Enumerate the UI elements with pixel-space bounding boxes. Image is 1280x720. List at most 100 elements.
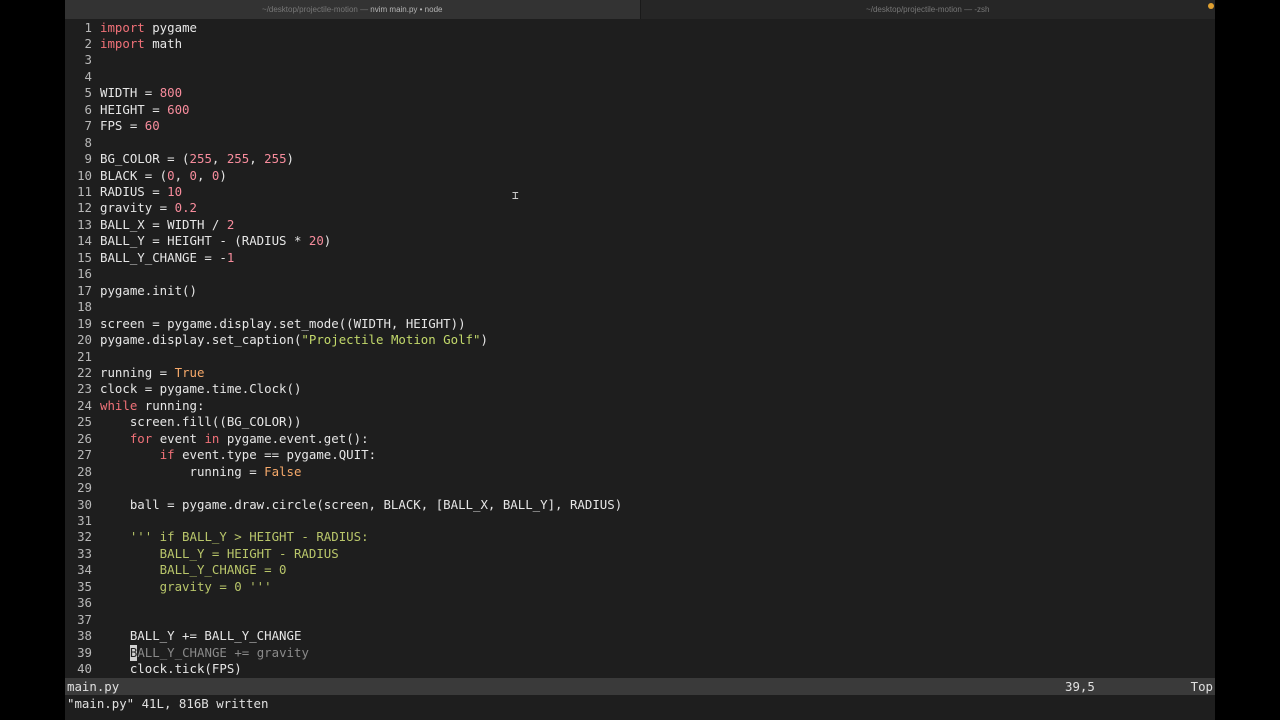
line-number: 1 — [84, 19, 92, 35]
code-line[interactable]: 18 — [65, 299, 1215, 315]
line-number: 25 — [77, 414, 92, 430]
code-token: running: — [137, 397, 205, 413]
code-line[interactable]: 23 clock = pygame.time.Clock() — [65, 381, 1215, 397]
code-line[interactable]: 2 import math — [65, 36, 1215, 52]
code-line[interactable]: 21 — [65, 349, 1215, 365]
code-token: 800 — [159, 85, 183, 101]
code-token: 2 — [226, 216, 235, 232]
code-token: if — [159, 447, 175, 463]
code-token: WIDTH = — [100, 85, 160, 101]
code-token: , — [211, 151, 227, 167]
code-token: "Projectile Motion Golf" — [301, 332, 481, 348]
code-line[interactable]: 5 WIDTH = 800 — [65, 85, 1215, 101]
scroll-indicator: Top — [1190, 679, 1213, 694]
line-number: 32 — [77, 529, 92, 545]
line-number: 2 — [84, 35, 92, 51]
code-token: BALL_Y = HEIGHT - RADIUS — [100, 545, 339, 561]
code-token: clock.tick(FPS) — [100, 661, 242, 677]
code-token: gravity = 0 ''' — [100, 578, 272, 594]
code-line[interactable]: 9 BG_COLOR = (255, 255, 255) — [65, 151, 1215, 167]
code-token: while — [100, 397, 138, 413]
code-token: pygame.event.get(): — [219, 430, 369, 446]
code-token: event — [152, 430, 205, 446]
code-line[interactable]: 19 screen = pygame.display.set_mode((WIDT… — [65, 316, 1215, 332]
code-token: BALL_Y = HEIGHT - (RADIUS * — [100, 233, 309, 249]
code-line[interactable]: 17 pygame.init() — [65, 283, 1215, 299]
code-editor[interactable]: 1 import pygame 2 import math 3 4 5 WIDTH = 800… — [65, 19, 1215, 678]
code-token: in — [204, 430, 220, 446]
code-line[interactable]: 36 — [65, 595, 1215, 611]
code-line[interactable]: 33 BALL_Y = HEIGHT - RADIUS — [65, 546, 1215, 562]
code-line[interactable]: 12 gravity = 0.2 — [65, 200, 1215, 216]
code-token: running = — [100, 463, 265, 479]
code-token: import — [100, 35, 145, 51]
code-token: False — [264, 463, 302, 479]
code-line[interactable]: 1 import pygame — [65, 20, 1215, 36]
code-token: for — [129, 430, 153, 446]
code-token: 0 — [189, 167, 197, 183]
code-line[interactable]: 32 ''' if BALL_Y > HEIGHT - RADIUS: — [65, 529, 1215, 545]
code-line[interactable]: 27 if event.type == pygame.QUIT: — [65, 447, 1215, 463]
code-line[interactable]: 10 BLACK = (0, 0, 0) — [65, 168, 1215, 184]
code-line[interactable]: 38 BALL_Y += BALL_Y_CHANGE — [65, 628, 1215, 644]
line-number: 31 — [77, 513, 92, 528]
code-line[interactable]: 39 BALL_Y_CHANGE += gravity — [65, 644, 1215, 662]
code-token: 255 — [264, 151, 287, 167]
line-number: 8 — [84, 134, 92, 150]
tab-nvim[interactable]: ~/desktop/projectile-motion — nvim main.… — [65, 0, 640, 19]
code-line[interactable]: 6 HEIGHT = 600 — [65, 102, 1215, 118]
code-line[interactable]: 15 BALL_Y_CHANGE = -1 — [65, 250, 1215, 266]
code-line[interactable]: 37 — [65, 612, 1215, 628]
code-line[interactable]: 22 running = True — [65, 365, 1215, 381]
tab-title: nvim main.py • node — [370, 5, 443, 14]
line-number: 22 — [77, 364, 92, 380]
tab-path: ~/desktop/projectile-motion — — [866, 5, 975, 14]
code-line[interactable]: 13 BALL_X = WIDTH / 2 — [65, 217, 1215, 233]
code-token: event.type == pygame.QUIT: — [174, 447, 377, 463]
command-line[interactable]: "main.py" 41L, 816B written — [65, 695, 1215, 712]
line-number: 35 — [77, 578, 92, 594]
code-line[interactable]: 16 — [65, 266, 1215, 282]
code-line[interactable]: 29 — [65, 480, 1215, 496]
line-number: 15 — [77, 249, 92, 265]
code-line[interactable]: 4 — [65, 69, 1215, 85]
code-token: BALL_Y += BALL_Y_CHANGE — [100, 628, 302, 644]
code-line[interactable]: 14 BALL_Y = HEIGHT - (RADIUS * 20) — [65, 233, 1215, 249]
code-line[interactable]: 35 gravity = 0 ''' — [65, 579, 1215, 595]
line-number: 18 — [77, 299, 92, 315]
code-line[interactable]: 30 ball = pygame.draw.circle(screen, BLA… — [65, 497, 1215, 513]
code-line[interactable]: 24 while running: — [65, 398, 1215, 414]
code-line[interactable]: 7 FPS = 60 — [65, 118, 1215, 134]
code-line[interactable]: 8 — [65, 135, 1215, 151]
code-token: screen = pygame.display.set_mode((WIDTH,… — [100, 315, 466, 331]
cursor-position: 39,5 — [1065, 679, 1095, 694]
line-number: 39 — [77, 644, 92, 660]
line-number: 19 — [77, 315, 92, 331]
code-line[interactable]: 28 running = False — [65, 464, 1215, 480]
status-filename: main.py — [67, 679, 120, 694]
line-number: 34 — [77, 562, 92, 578]
code-line[interactable]: 25 screen.fill((BG_COLOR)) — [65, 414, 1215, 430]
code-token: running = — [100, 364, 175, 380]
code-line[interactable]: 11 RADIUS = 10 — [65, 184, 1215, 200]
line-number: 33 — [77, 545, 92, 561]
line-number: 4 — [84, 68, 92, 84]
tab-path: ~/desktop/projectile-motion — — [262, 5, 371, 14]
code-line[interactable]: 26 for event in pygame.event.get(): — [65, 431, 1215, 447]
code-token: BG_COLOR = ( — [100, 151, 190, 167]
code-line[interactable]: 3 — [65, 52, 1215, 68]
code-line[interactable]: 40 clock.tick(FPS) — [65, 661, 1215, 677]
code-line[interactable]: 20 pygame.display.set_caption("Projectile… — [65, 332, 1215, 348]
code-line[interactable]: 31 — [65, 513, 1215, 529]
line-number: 23 — [77, 381, 92, 397]
code-token: 0.2 — [174, 200, 197, 216]
code-token: clock = pygame.time.Clock() — [100, 381, 302, 397]
tab-zsh[interactable]: ~/desktop/projectile-motion — -zsh — [639, 0, 1215, 19]
code-line[interactable]: 34 BALL_Y_CHANGE = 0 — [65, 562, 1215, 578]
line-number: 5 — [84, 85, 92, 101]
line-number: 24 — [77, 397, 92, 413]
code-token: ) — [323, 233, 332, 249]
code-token: 20 — [308, 233, 324, 249]
